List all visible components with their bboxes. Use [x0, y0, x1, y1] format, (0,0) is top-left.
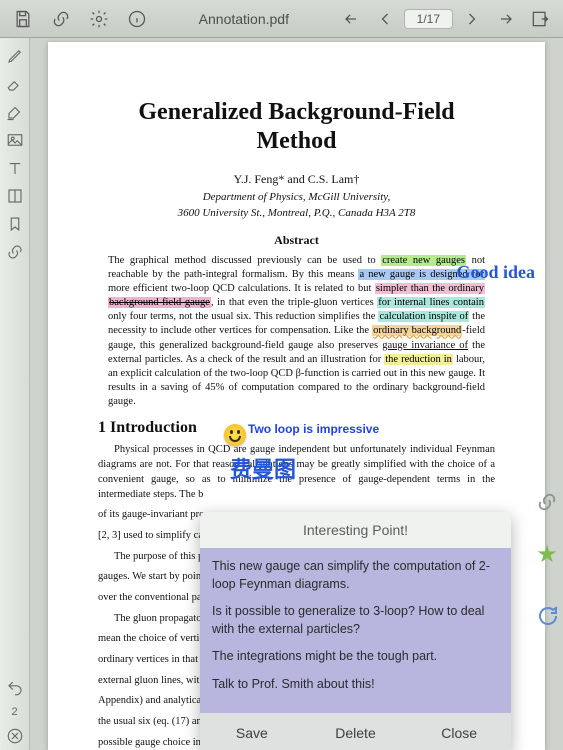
comment-icon[interactable]: [533, 602, 561, 630]
clear-icon[interactable]: [0, 722, 30, 750]
abstract-heading: Abstract: [98, 233, 495, 248]
page-nav: 1/17: [336, 4, 555, 34]
popup-actions: Save Delete Close: [200, 713, 511, 750]
info-icon[interactable]: [122, 4, 152, 34]
page-area: Generalized Background-Field Method Y.J.…: [30, 38, 563, 750]
highlight[interactable]: the reduction in: [384, 354, 453, 365]
body-paragraph: Physical processes in QCD are gauge inde…: [98, 443, 495, 502]
highlight[interactable]: calculation inspite of: [378, 311, 469, 322]
underline[interactable]: ordinary background: [372, 325, 462, 336]
affiliation-line1: Department of Physics, McGill University…: [98, 191, 495, 203]
smiley-stamp[interactable]: [224, 424, 246, 446]
settings-icon[interactable]: [84, 4, 114, 34]
abstract-body: The graphical method discussed previousl…: [98, 254, 495, 410]
popup-title: Interesting Point!: [200, 512, 511, 548]
document-title: Annotation.pdf: [160, 11, 328, 27]
back-icon[interactable]: [336, 4, 366, 34]
handwritten-annotation[interactable]: 费曼图: [230, 452, 296, 484]
underline[interactable]: gauge invariance of: [382, 340, 468, 351]
close-button[interactable]: Close: [407, 713, 511, 750]
strikethrough[interactable]: background-field gauge: [108, 297, 211, 308]
next-page-icon[interactable]: [457, 4, 487, 34]
undo-icon[interactable]: [0, 674, 30, 702]
save-button[interactable]: Save: [200, 713, 304, 750]
popup-body[interactable]: This new gauge can simplify the computat…: [200, 548, 511, 713]
delete-button[interactable]: Delete: [304, 713, 408, 750]
forward-icon[interactable]: [491, 4, 521, 34]
link-icon[interactable]: [46, 4, 76, 34]
note-popup: Interesting Point! This new gauge can si…: [200, 512, 511, 750]
pen-icon[interactable]: [0, 42, 30, 70]
attachment-icon[interactable]: [0, 238, 30, 266]
prev-page-icon[interactable]: [370, 4, 400, 34]
handwritten-annotation[interactable]: Good idea: [456, 262, 535, 283]
highlight[interactable]: simpler than the ordinary: [375, 283, 485, 294]
text-icon[interactable]: [0, 154, 30, 182]
top-toolbar: Annotation.pdf 1/17: [0, 0, 563, 38]
link-attachment-icon[interactable]: [533, 488, 561, 516]
book-icon[interactable]: [0, 182, 30, 210]
eraser-icon[interactable]: [0, 70, 30, 98]
text-annotation[interactable]: Two loop is impressive: [248, 422, 379, 436]
paper-title: Generalized Background-Field Method: [98, 98, 495, 156]
affiliation-line2: 3600 University St., Montreal, P.Q., Can…: [98, 207, 495, 219]
highlighter-icon[interactable]: [0, 98, 30, 126]
page-indicator[interactable]: 1/17: [404, 9, 453, 29]
highlight[interactable]: create new gauges: [381, 255, 466, 266]
paper-authors: Y.J. Feng* and C.S. Lam†: [98, 172, 495, 187]
save-icon[interactable]: [8, 4, 38, 34]
bookmark-icon[interactable]: [0, 210, 30, 238]
left-sidebar: 2: [0, 38, 30, 750]
export-icon[interactable]: [525, 4, 555, 34]
undo-count: 2: [0, 702, 29, 722]
highlight[interactable]: for internal lines contain: [377, 297, 485, 308]
image-icon[interactable]: [0, 126, 30, 154]
star-icon[interactable]: ★: [533, 540, 561, 568]
